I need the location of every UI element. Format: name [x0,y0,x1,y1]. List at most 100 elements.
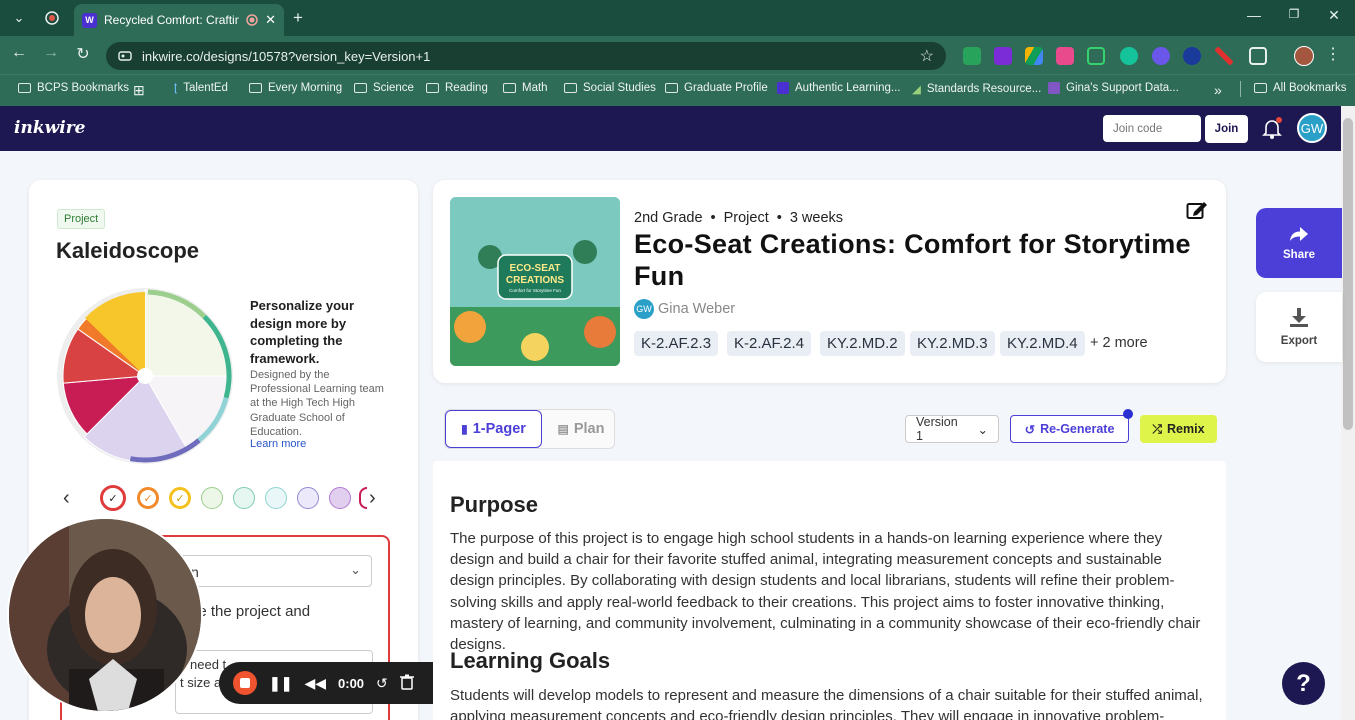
help-question-icon[interactable]: ? [1282,662,1325,705]
remix-button[interactable]: ⤮ Remix [1140,415,1217,443]
join-button[interactable]: Join [1205,115,1248,143]
address-bar[interactable]: inkwire.co/designs/10578?version_key=Ver… [106,42,946,70]
presenter-video [9,519,201,711]
webcam-overlay[interactable] [7,517,203,713]
all-bookmarks[interactable]: All Bookmarks [1254,82,1347,94]
author-avatar[interactable]: GW [634,299,654,319]
standard-chip[interactable]: K-2.AF.2.3 [634,331,719,356]
recording-indicator-icon [246,14,258,26]
tab-plan[interactable]: ▤ Plan [548,410,614,448]
version-select[interactable]: Version 1 ⌄ [905,415,999,443]
profile-avatar[interactable] [1294,46,1314,66]
list-icon [1048,82,1060,94]
project-thumbnail[interactable]: ECO-SEAT CREATIONS Comfort for Storytime… [450,197,620,366]
step-textarea-text: need t [190,657,227,672]
chrome-menu-icon[interactable]: ⋮ [1321,44,1345,64]
browser-tab-active[interactable]: W Recycled Comfort: Crafting ✕ [74,4,284,36]
window-close-icon[interactable]: ✕ [1322,7,1346,24]
export-button[interactable]: Export [1256,292,1342,362]
project-title: Eco-Seat Creations: Comfort for Storytim… [634,229,1191,291]
extension-screencastify-icon[interactable] [1056,47,1074,65]
user-avatar[interactable]: GW [1297,113,1327,143]
bookmark-bcps[interactable]: BCPS Bookmarks [18,82,129,94]
export-label: Export [1280,334,1318,347]
step-dot-6[interactable] [265,487,287,509]
learn-more-link[interactable]: Learn more [250,438,306,450]
bookmark-divider [1240,81,1241,97]
version-value: Version 1 [916,415,958,443]
site-info-icon[interactable] [118,49,132,63]
extension-crop-icon[interactable] [1087,47,1105,65]
step-dot-8[interactable] [329,487,351,509]
bookmark-graduate-profile[interactable]: Graduate Profile [665,82,768,94]
extension-shield-icon[interactable] [1183,47,1201,65]
kaleidoscope-wheel[interactable] [55,286,235,466]
bookmark-authentic-learning[interactable]: Authentic Learning... [777,82,901,94]
tab-close-icon[interactable]: ✕ [265,12,276,28]
restore-icon[interactable]: ❐ [1282,7,1306,21]
bookmark-gina-support[interactable]: Gina's Support Data... [1048,82,1179,94]
join-code-input[interactable] [1103,115,1201,142]
inkwire-favicon-icon: W [82,12,97,28]
bookmark-talented[interactable]: ʈ TalentEd [174,82,228,94]
extension-grammarly-icon[interactable] [1120,47,1138,65]
pause-icon[interactable]: ❚❚ [269,675,292,692]
folder-icon [249,83,262,93]
more-bookmarks-chevron-icon[interactable]: » [1214,82,1222,98]
prev-chevron-icon[interactable]: ‹ [63,487,70,510]
extensions-puzzle-icon[interactable] [1249,47,1267,65]
forward-icon[interactable]: → [39,44,63,62]
framework-title: Kaleidoscope [56,238,200,263]
stop-recording-button[interactable] [233,671,257,695]
extension-pen-icon[interactable] [1215,47,1233,65]
bookmark-standards-resource[interactable]: ◢ Standards Resource... [912,82,1041,96]
author-name[interactable]: Gina Weber [658,301,735,317]
regenerate-button[interactable]: ↺ Re-Generate [1010,415,1129,443]
bookmark-science[interactable]: Science [354,82,414,94]
step-dot-7[interactable] [297,487,319,509]
standard-chip[interactable]: K-2.AF.2.4 [727,331,812,356]
back-icon[interactable]: ← [7,44,31,62]
apps-grid-icon[interactable]: ⊞ [133,82,145,99]
standard-chip[interactable]: KY.2.MD.2 [820,331,905,356]
record-icon[interactable] [41,7,63,29]
step-dot-1[interactable]: ✓ [100,485,126,511]
new-tab-icon[interactable]: + [287,7,309,29]
minimize-icon[interactable]: — [1242,7,1266,23]
extension-inkwire-icon[interactable] [994,47,1012,65]
folder-icon [665,83,678,93]
extension-gear-icon[interactable] [1152,47,1170,65]
inkwire-bookmark-icon [777,82,789,94]
bookmark-every-morning[interactable]: Every Morning [249,82,342,94]
step-dot-2[interactable]: ✓ [137,487,159,509]
meta-separator: • [710,210,716,226]
share-button[interactable]: Share [1256,208,1342,278]
bookmark-reading[interactable]: Reading [426,82,488,94]
bookmark-star-icon[interactable]: ☆ [920,46,934,66]
regenerate-label: Re-Generate [1040,422,1115,436]
next-chevron-icon[interactable]: › [369,487,376,510]
rewind-icon[interactable]: ◀◀ [304,675,326,692]
reload-icon[interactable]: ↻ [71,44,95,64]
tab-one-pager[interactable]: ▮ 1-Pager [445,410,542,448]
restart-icon[interactable]: ↺ [376,675,388,692]
standard-chip[interactable]: KY.2.MD.4 [1000,331,1085,356]
more-standards-link[interactable]: + 2 more [1090,335,1148,351]
step-select[interactable]: n ⌄ [176,555,372,587]
delete-trash-icon[interactable] [399,674,414,693]
bookmark-social-studies[interactable]: Social Studies [564,82,656,94]
standard-chip[interactable]: KY.2.MD.3 [910,331,995,356]
extension-sheets-icon[interactable] [963,47,981,65]
notification-bell-icon[interactable] [1262,117,1282,144]
inkwire-logo[interactable]: inkwire [14,118,85,138]
extension-drive-icon[interactable] [1025,47,1043,65]
tab-search-chevron-icon[interactable]: ⌄ [8,7,30,29]
step-dot-5[interactable] [233,487,255,509]
step-dot-9[interactable] [359,487,367,509]
step-dot-4[interactable] [201,487,223,509]
scrollbar-thumb[interactable] [1343,118,1353,430]
edit-icon[interactable] [1186,200,1208,220]
tab-one-pager-label: 1-Pager [472,421,526,437]
bookmark-math[interactable]: Math [503,82,548,94]
step-dot-3[interactable]: ✓ [169,487,191,509]
